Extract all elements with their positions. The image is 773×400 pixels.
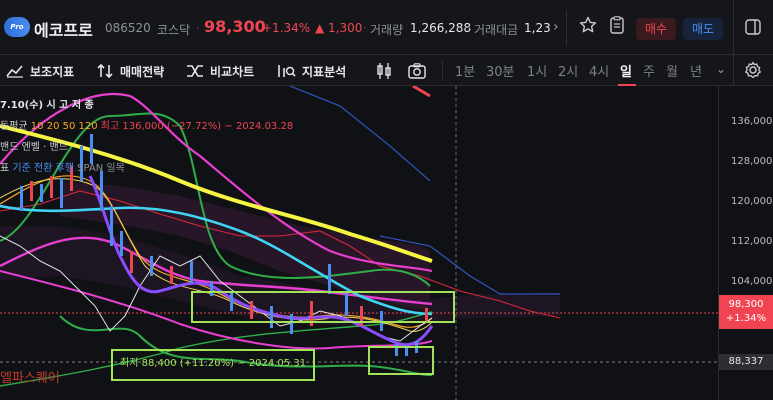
stock-name[interactable]: 에코프로 (34, 17, 93, 41)
legend-ichimoku-prefix: 표 (0, 163, 10, 174)
divider (442, 61, 443, 81)
indicator-analysis-label: 지표분석 (302, 64, 347, 79)
trade-strategy-button[interactable]: 매매전략 (96, 61, 164, 81)
legend-band[interactable]: 밴드 엔벨 · 밴드 (0, 138, 68, 153)
annotation-arrow (412, 86, 431, 98)
legend-ichimoku-suffix: SPAN 일목 (77, 163, 125, 174)
legend-ma-values: 10 20 50 120 (30, 121, 98, 132)
buy-button[interactable]: 매수 (636, 18, 676, 40)
legend-ma[interactable]: 동평균 10 20 50 120 최고 136,000 (−27.72%) − … (0, 117, 293, 132)
timeframe-day[interactable]: 일 (620, 61, 632, 80)
sort-arrows-icon (97, 63, 113, 79)
stock-header: Pro 에코프로 086520 코스닥 · 98,300 +1.34% ▲ 1,… (0, 0, 773, 55)
volume-label: 거래량 (370, 23, 404, 37)
gear-icon[interactable] (744, 61, 762, 79)
chevron-right-icon[interactable]: › (553, 19, 559, 35)
aux-indicator-label: 보조지표 (30, 64, 75, 79)
divider (733, 55, 734, 86)
timeframe-1h[interactable]: 1시 (527, 61, 547, 80)
indicator-analysis-button[interactable]: 지표분석 (276, 61, 346, 81)
chevron-down-icon[interactable]: ⌄ (716, 62, 726, 76)
market-label: 코스닥 (157, 23, 191, 37)
compare-chart-button[interactable]: 비교차트 (186, 61, 254, 81)
low-price-tag: 88,337 (719, 354, 773, 370)
separator: · (196, 21, 200, 35)
y-tick: 112,000 (731, 236, 773, 247)
change-percent: +1.34% (262, 21, 311, 35)
y-tick: 136,000 (731, 116, 773, 127)
camera-icon[interactable] (407, 62, 427, 80)
current-price-tag-change: +1.34% (725, 313, 767, 324)
memo-icon[interactable] (607, 15, 627, 35)
price-chart[interactable]: 7.10(수) 시 고 저 종 동평균 10 20 50 120 최고 136,… (0, 86, 773, 400)
trade-strategy-label: 매매전략 (120, 64, 165, 79)
amount-value: 1,23 (524, 21, 550, 35)
watermark-text: 엘파스퀘어 (0, 371, 60, 386)
legend-ma-label: 동평균 (0, 121, 28, 132)
timeframe-week[interactable]: 주 (643, 61, 655, 80)
aux-indicator-button[interactable]: 보조지표 (6, 61, 74, 81)
chart-canvas[interactable] (0, 86, 718, 400)
divider (566, 10, 567, 46)
legend-high-note: 최고 136,000 (−27.72%) − 2024.03.28 (100, 121, 294, 132)
y-tick: 128,000 (731, 156, 773, 167)
y-tick: 104,000 (731, 276, 773, 287)
timeframe-30min[interactable]: 30분 (486, 61, 515, 80)
analysis-icon (278, 65, 296, 77)
current-price: 98,300 (204, 17, 266, 36)
line-chart-icon (6, 65, 23, 78)
timeframe-2h[interactable]: 2시 (558, 61, 578, 80)
low-annotation: 최저 88,400 (+11.20%) − 2024.05.31 (120, 358, 307, 369)
y-tick: 120,000 (731, 196, 773, 207)
legend-ichimoku[interactable]: 표 기준 전환 후행 SPAN 일목 (0, 159, 125, 174)
timeframe-1min[interactable]: 1분 (455, 61, 475, 80)
timeframe-4h[interactable]: 4시 (589, 61, 609, 80)
timeframe-month[interactable]: 월 (666, 61, 678, 80)
chart-toolbar: 보조지표 매매전략 비교차트 지표분석 1분 30분 1시 2시 4시 일 주 … (0, 55, 773, 86)
current-price-tag: 98,300 +1.34% (719, 295, 773, 329)
amount-label: 거래대금 (474, 23, 519, 37)
separator: · (363, 21, 367, 35)
volume-value: 1,266,288 (410, 21, 472, 35)
compare-chart-label: 비교차트 (210, 64, 255, 79)
divider (733, 0, 734, 55)
candlestick-icon[interactable] (375, 62, 393, 80)
current-price-tag-value: 98,300 (728, 299, 764, 310)
ma-blue-line (289, 86, 431, 182)
star-icon[interactable] (578, 15, 598, 35)
legend-ichimoku-items: 기준 전환 후행 (12, 163, 74, 174)
y-axis[interactable]: 136,000 128,000 120,000 112,000 104,000 (718, 86, 773, 400)
brand-logo-icon: Pro (4, 17, 30, 37)
shuffle-icon (187, 65, 203, 77)
sell-button[interactable]: 매도 (683, 18, 723, 40)
change-amount: ▲ 1,300 (315, 21, 363, 35)
legend-date: 7.10(수) 시 고 저 종 (0, 100, 94, 111)
side-panel-icon[interactable] (744, 18, 762, 36)
separator: · (467, 21, 471, 35)
stock-code: 086520 (105, 21, 151, 35)
timeframe-year[interactable]: 년 (690, 61, 702, 80)
